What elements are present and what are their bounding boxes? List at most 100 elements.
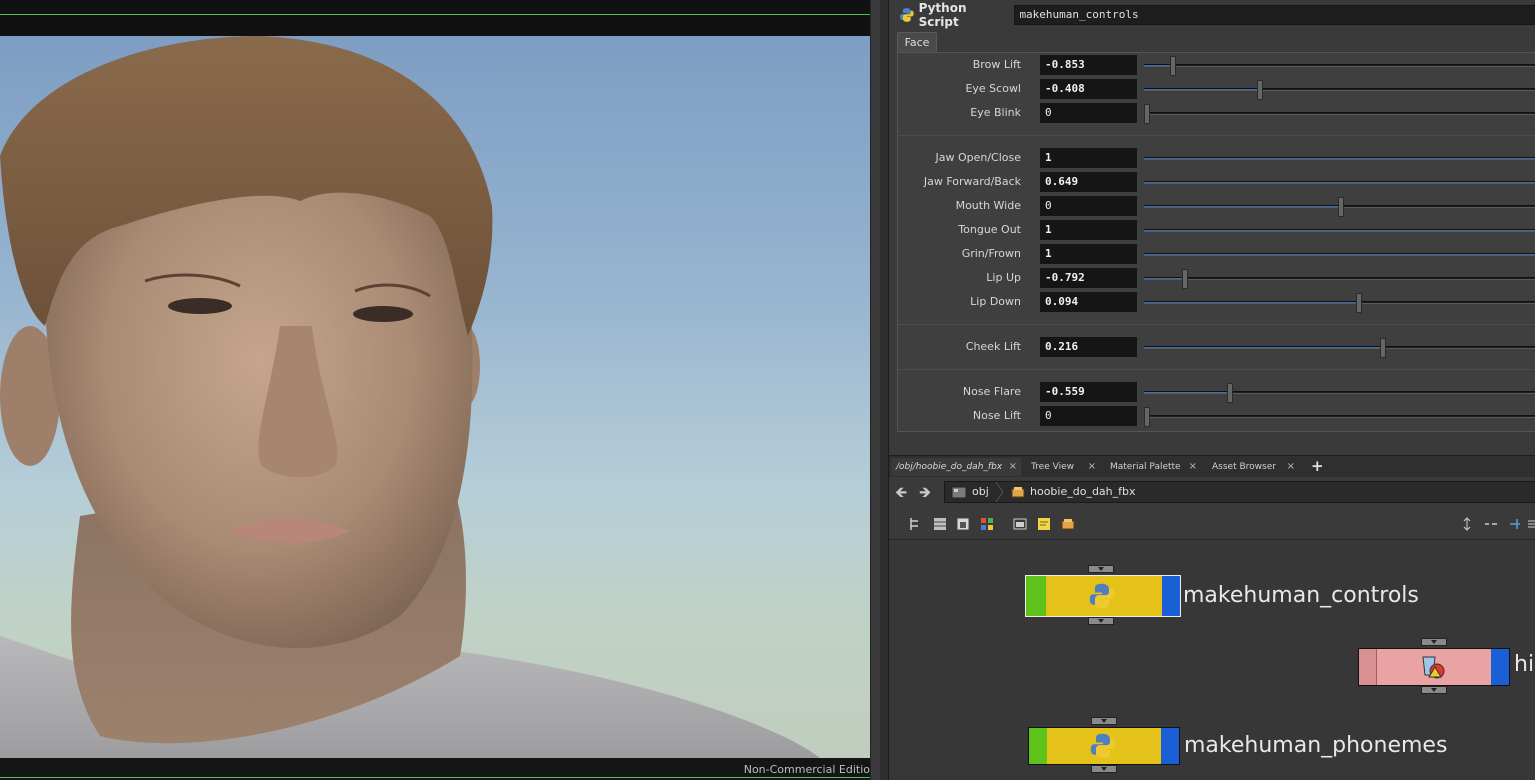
- network-box-icon[interactable]: [1013, 517, 1027, 531]
- viewport-render[interactable]: [0, 36, 870, 758]
- breadcrumb-obj[interactable]: obj: [972, 485, 989, 498]
- tab-asset-browser[interactable]: Asset Browser ×: [1207, 458, 1299, 476]
- slider-handle[interactable]: [1257, 80, 1263, 100]
- slider-fill: [1144, 230, 1535, 231]
- node-label[interactable]: hi: [1514, 652, 1534, 677]
- zoom-vertical-icon[interactable]: [1460, 517, 1474, 531]
- network-pane-tabs: /obj/hoobie_do_dah_fbx × Tree View × Mat…: [889, 455, 1535, 477]
- parameter-label: Jaw Forward/Back: [923, 175, 1021, 188]
- parameter-value-field[interactable]: 1: [1040, 244, 1137, 264]
- tab-face[interactable]: Face: [897, 32, 937, 53]
- viewport-scrollbar[interactable]: [870, 0, 880, 780]
- list-view-icon[interactable]: [933, 517, 947, 531]
- sticky-note-icon[interactable]: [1037, 517, 1051, 531]
- parameter-separator: [898, 324, 1535, 325]
- more-tools-icon[interactable]: [1527, 517, 1535, 531]
- python-icon: [899, 8, 914, 22]
- parameter-slider[interactable]: [1144, 157, 1535, 160]
- node-output-connector[interactable]: [1088, 617, 1114, 625]
- forward-arrow-icon[interactable]: 🡺: [919, 484, 937, 500]
- breadcrumb-current[interactable]: hoobie_do_dah_fbx: [1030, 485, 1136, 498]
- node-input-connector[interactable]: [1088, 565, 1114, 573]
- bypass-flag[interactable]: [1026, 576, 1046, 616]
- tree-view-icon[interactable]: [908, 517, 922, 531]
- slider-handle[interactable]: [1338, 197, 1344, 217]
- node-hi[interactable]: hi: [1358, 638, 1535, 698]
- align-icon[interactable]: [1508, 517, 1522, 531]
- slider-handle[interactable]: [1144, 407, 1150, 427]
- parameter-label: Tongue Out: [958, 223, 1021, 236]
- tab-material-palette[interactable]: Material Palette ×: [1105, 458, 1201, 476]
- parameter-value-field[interactable]: 0: [1040, 406, 1137, 426]
- parameter-slider[interactable]: [1144, 56, 1535, 76]
- parameter-slider[interactable]: [1144, 383, 1535, 403]
- pane-split-handle[interactable]: [880, 0, 888, 780]
- parameter-value-field[interactable]: -0.792: [1040, 268, 1137, 288]
- node-output-connector[interactable]: [1421, 686, 1447, 694]
- slider-handle[interactable]: [1144, 104, 1150, 124]
- close-icon[interactable]: ×: [1009, 458, 1017, 476]
- node-input-connector[interactable]: [1421, 638, 1447, 646]
- houdini-window: Non-Commercial Editio Python Script make…: [0, 0, 1535, 780]
- parameter-value-field[interactable]: 0.649: [1040, 172, 1137, 192]
- grid-view-icon[interactable]: [980, 517, 994, 531]
- parameter-value-field[interactable]: 0.094: [1040, 292, 1137, 312]
- add-tab-icon[interactable]: +: [1311, 457, 1324, 475]
- close-icon[interactable]: ×: [1287, 458, 1295, 476]
- parameter-value-field[interactable]: -0.853: [1040, 55, 1137, 75]
- parameter-value-field[interactable]: 1: [1040, 220, 1137, 240]
- node-makehuman-phonemes[interactable]: makehuman_phonemes: [1028, 717, 1448, 780]
- slider-fill: [1144, 278, 1185, 279]
- parameter-slider[interactable]: [1144, 407, 1535, 427]
- node-makehuman-controls[interactable]: makehuman_controls: [1025, 565, 1445, 629]
- subnet-icon[interactable]: [1061, 517, 1075, 531]
- display-flag[interactable]: [1162, 576, 1180, 616]
- node-body[interactable]: [1028, 727, 1180, 765]
- slider-handle[interactable]: [1380, 338, 1386, 358]
- close-icon[interactable]: ×: [1189, 458, 1197, 476]
- parameter-label: Brow Lift: [972, 58, 1021, 71]
- scene-viewport[interactable]: Non-Commercial Editio: [0, 0, 880, 780]
- parameter-slider[interactable]: [1144, 269, 1535, 289]
- parameter-slider[interactable]: [1144, 104, 1535, 124]
- slider-handle[interactable]: [1227, 383, 1233, 403]
- parameter-value-field[interactable]: 1: [1040, 148, 1137, 168]
- parameter-slider[interactable]: [1144, 253, 1535, 256]
- operator-name-field[interactable]: makehuman_controls: [1014, 5, 1535, 25]
- slider-handle[interactable]: [1182, 269, 1188, 289]
- parameter-slider[interactable]: [1144, 80, 1535, 100]
- parameter-value-field[interactable]: -0.408: [1040, 79, 1137, 99]
- node-label[interactable]: makehuman_controls: [1183, 583, 1419, 608]
- parameter-slider[interactable]: [1144, 293, 1535, 313]
- parameter-tab-strip: Face: [897, 31, 1535, 53]
- network-canvas[interactable]: makehuman_controls hi makehuman_phonemes: [889, 541, 1535, 780]
- parameter-value-field[interactable]: -0.559: [1040, 382, 1137, 402]
- close-icon[interactable]: ×: [1088, 458, 1096, 476]
- display-flag[interactable]: [1161, 728, 1179, 764]
- slider-handle[interactable]: [1170, 56, 1176, 76]
- bypass-flag[interactable]: [1359, 649, 1377, 685]
- parameter-value-field[interactable]: 0: [1040, 196, 1137, 216]
- node-output-connector[interactable]: [1091, 765, 1117, 773]
- parameter-slider[interactable]: [1144, 229, 1535, 232]
- node-input-connector[interactable]: [1091, 717, 1117, 725]
- parameter-label: Eye Scowl: [965, 82, 1021, 95]
- back-arrow-icon[interactable]: 🡸: [895, 484, 913, 500]
- tab-tree-view[interactable]: Tree View ×: [1026, 458, 1100, 476]
- parameter-slider[interactable]: [1144, 338, 1535, 358]
- tab-network-path[interactable]: /obj/hoobie_do_dah_fbx ×: [891, 458, 1021, 476]
- display-flag[interactable]: [1491, 649, 1509, 685]
- network-toolbar: [889, 508, 1535, 540]
- slider-handle[interactable]: [1356, 293, 1362, 313]
- node-label[interactable]: makehuman_phonemes: [1184, 733, 1447, 758]
- node-body[interactable]: [1358, 648, 1510, 686]
- parameter-slider[interactable]: [1144, 181, 1535, 184]
- parameter-value-field[interactable]: 0: [1040, 103, 1137, 123]
- parameter-row: Jaw Forward/Back 0.649: [898, 171, 1535, 193]
- node-body[interactable]: [1025, 575, 1181, 617]
- parameter-value-field[interactable]: 0.216: [1040, 337, 1137, 357]
- details-view-icon[interactable]: [956, 517, 970, 531]
- bypass-flag[interactable]: [1029, 728, 1047, 764]
- layout-dashes-icon[interactable]: [1484, 517, 1498, 531]
- parameter-slider[interactable]: [1144, 197, 1535, 217]
